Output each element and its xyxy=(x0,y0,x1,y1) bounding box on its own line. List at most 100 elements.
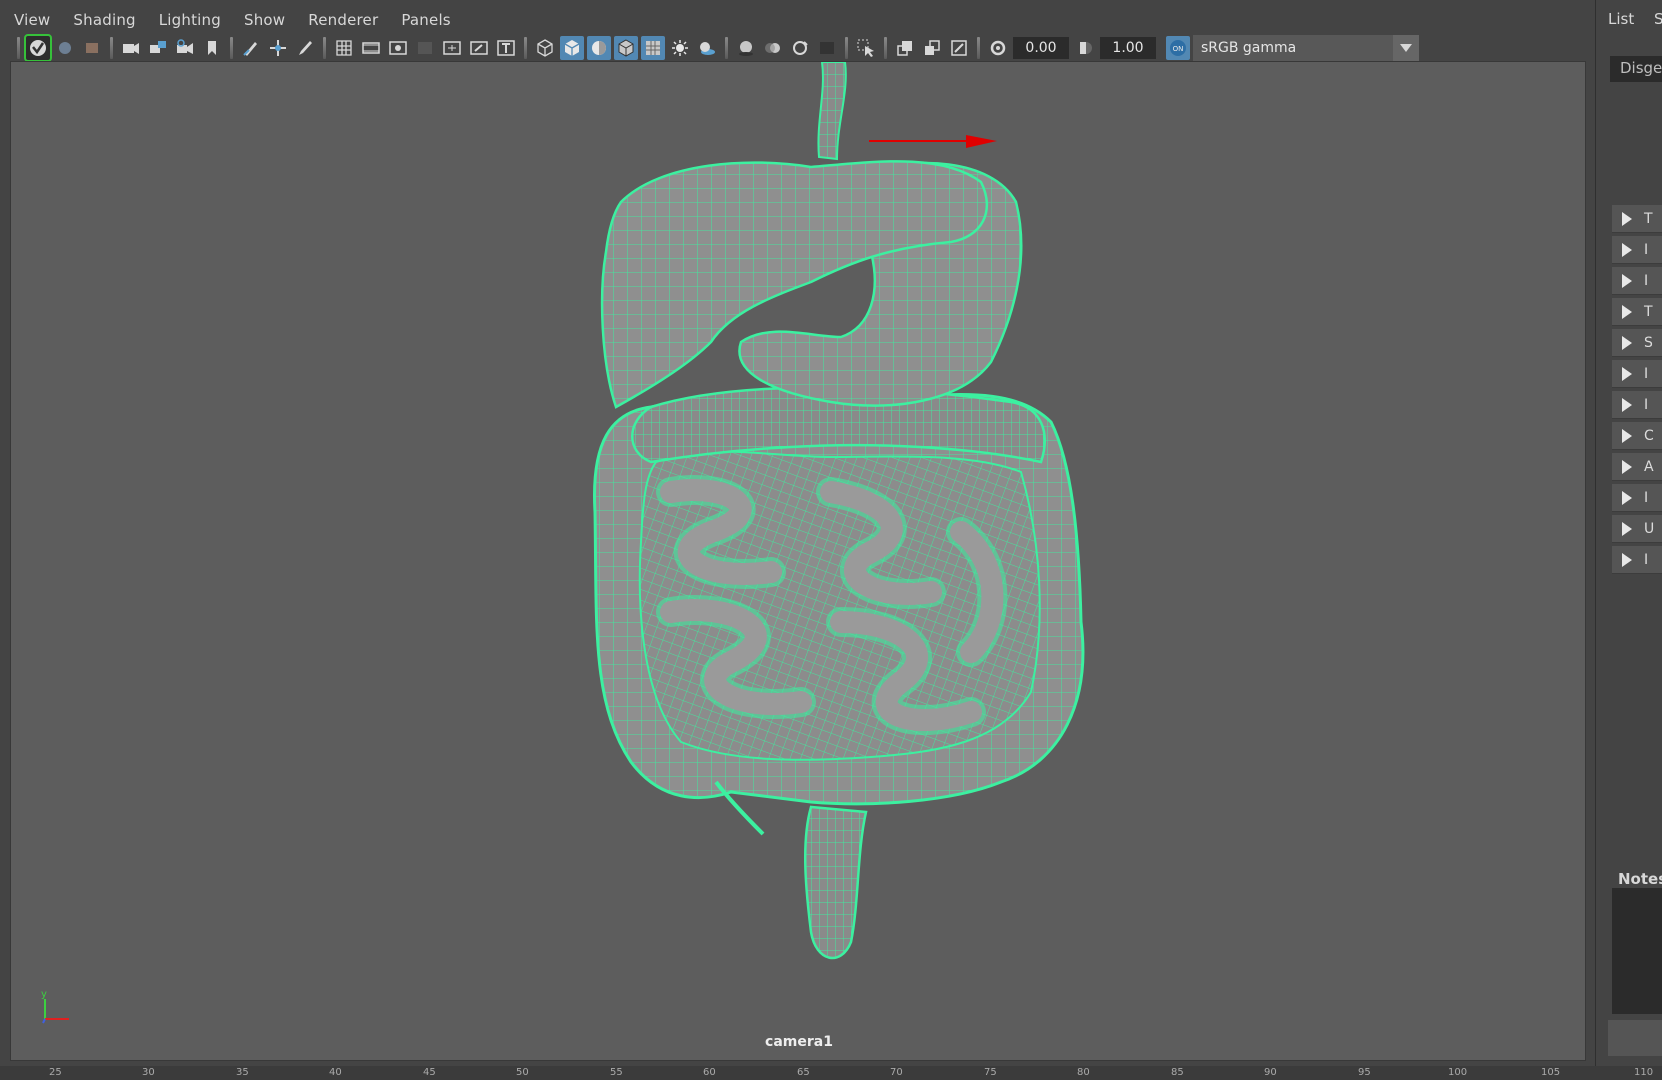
motion-blur-icon[interactable] xyxy=(761,36,785,60)
paint-icon[interactable] xyxy=(293,36,317,60)
select-camera-icon[interactable] xyxy=(24,34,52,62)
panel-menubar: View Shading Lighting Show Renderer Pane… xyxy=(0,6,1590,34)
menu-show[interactable]: Show xyxy=(244,11,285,29)
section-row[interactable]: I xyxy=(1612,484,1662,512)
attribute-editor-panel: List S Disge T I I T S I I C A I U I Not… xyxy=(1596,0,1662,1066)
timeline-tick: 75 xyxy=(984,1067,997,1078)
section-row[interactable]: I xyxy=(1612,360,1662,388)
timeline-tick: 105 xyxy=(1541,1067,1561,1078)
section-row[interactable]: I xyxy=(1612,546,1662,574)
wireframe-icon[interactable] xyxy=(533,36,557,60)
menu-panels[interactable]: Panels xyxy=(401,11,450,29)
expand-arrow-icon xyxy=(1622,428,1632,443)
depth-of-field-icon[interactable] xyxy=(815,36,839,60)
tab-list[interactable]: List xyxy=(1608,10,1634,28)
toolbar-separator xyxy=(725,37,728,59)
svg-text:ON: ON xyxy=(1173,45,1184,53)
timeline-tick: 100 xyxy=(1448,1067,1468,1078)
section-row[interactable]: T xyxy=(1612,298,1662,326)
menu-view[interactable]: View xyxy=(14,11,50,29)
timeline-tick: 45 xyxy=(423,1067,436,1078)
section-row[interactable]: U xyxy=(1612,515,1662,543)
camera-name-label: camera1 xyxy=(765,1034,833,1050)
expand-arrow-icon xyxy=(1622,304,1632,319)
xray-joints-icon[interactable] xyxy=(893,36,917,60)
xray-icon[interactable] xyxy=(641,36,665,60)
default-material-icon[interactable] xyxy=(587,36,611,60)
rectum-mesh[interactable] xyxy=(803,805,868,960)
section-row[interactable]: A xyxy=(1612,453,1662,481)
camera-dim-icon[interactable] xyxy=(53,36,77,60)
toolbar-separator xyxy=(323,37,326,59)
hud-icon[interactable] xyxy=(947,36,971,60)
gamma-field[interactable]: 1.00 xyxy=(1100,37,1156,59)
manipulator-arrow-head[interactable] xyxy=(966,135,997,148)
expand-arrow-icon xyxy=(1622,366,1632,381)
exposure-field[interactable]: 0.00 xyxy=(1013,37,1069,59)
section-row[interactable]: I xyxy=(1612,391,1662,419)
shadows-icon[interactable] xyxy=(695,36,719,60)
expand-arrow-icon xyxy=(1622,273,1632,288)
bookmark-icon[interactable] xyxy=(200,36,224,60)
section-row[interactable]: I xyxy=(1612,236,1662,264)
safe-action-icon[interactable] xyxy=(467,36,491,60)
safe-title-icon[interactable] xyxy=(494,36,518,60)
timeline-tick: 50 xyxy=(516,1067,529,1078)
panel-toolbar: 0.00 1.00 ON sRGB gamma xyxy=(14,33,1424,63)
toolbar-separator xyxy=(845,37,848,59)
notes-textarea[interactable] xyxy=(1612,888,1662,1014)
timeline-tick: 65 xyxy=(797,1067,810,1078)
timeline-tick: 25 xyxy=(49,1067,62,1078)
tab-s[interactable]: S xyxy=(1654,10,1662,28)
section-row[interactable]: C xyxy=(1612,422,1662,450)
grease-pencil-icon[interactable] xyxy=(239,36,263,60)
section-row[interactable]: I xyxy=(1612,267,1662,295)
esophagus-mesh[interactable] xyxy=(817,62,847,161)
toolbar-separator xyxy=(230,37,233,59)
menu-renderer[interactable]: Renderer xyxy=(308,11,378,29)
xray-active-icon[interactable] xyxy=(920,36,944,60)
isolate-select-icon[interactable] xyxy=(854,36,878,60)
screen-space-ao-icon[interactable] xyxy=(734,36,758,60)
section-row[interactable]: T xyxy=(1612,205,1662,233)
expand-arrow-icon xyxy=(1622,521,1632,536)
notes-label: Notes: xyxy=(1618,870,1662,888)
expand-arrow-icon xyxy=(1622,552,1632,567)
camera-dim2-icon[interactable] xyxy=(80,36,104,60)
node-name-field[interactable]: Disge xyxy=(1610,56,1662,82)
smooth-shade-icon[interactable] xyxy=(560,36,584,60)
timeline-tick: 90 xyxy=(1264,1067,1277,1078)
chevron-down-icon[interactable] xyxy=(1393,35,1419,61)
wireframe-on-shaded-icon[interactable] xyxy=(614,36,638,60)
section-row[interactable]: S xyxy=(1612,329,1662,357)
multisample-aa-icon[interactable] xyxy=(788,36,812,60)
grid-icon[interactable] xyxy=(332,36,356,60)
exposure-icon[interactable] xyxy=(986,36,1010,60)
camera-attributes-icon[interactable] xyxy=(119,36,143,60)
timeline-ruler[interactable]: 25 30 35 40 45 50 55 60 65 70 75 80 85 9… xyxy=(0,1066,1662,1080)
bottom-button[interactable] xyxy=(1608,1020,1662,1056)
resolution-gate-icon[interactable] xyxy=(386,36,410,60)
menu-shading[interactable]: Shading xyxy=(73,11,135,29)
gate-mask-icon[interactable] xyxy=(413,36,437,60)
field-chart-icon[interactable] xyxy=(440,36,464,60)
timeline-tick: 95 xyxy=(1358,1067,1371,1078)
move-tool-icon[interactable] xyxy=(266,36,290,60)
timeline-tick: 110 xyxy=(1634,1067,1654,1078)
expand-arrow-icon xyxy=(1622,397,1632,412)
timeline-tick: 85 xyxy=(1171,1067,1184,1078)
gamma-icon[interactable] xyxy=(1073,36,1097,60)
image-plane-icon[interactable] xyxy=(146,36,170,60)
film-gate-icon[interactable] xyxy=(359,36,383,60)
timeline-tick: 80 xyxy=(1077,1067,1090,1078)
digestive-system-model[interactable] xyxy=(11,62,1586,1061)
color-management-icon[interactable]: ON xyxy=(1166,36,1190,60)
maya-window: View Shading Lighting Show Renderer Pane… xyxy=(0,0,1662,1080)
view-transform-select[interactable]: sRGB gamma xyxy=(1193,35,1419,61)
expand-arrow-icon xyxy=(1622,459,1632,474)
2d-pan-zoom-icon[interactable] xyxy=(173,36,197,60)
menu-lighting[interactable]: Lighting xyxy=(159,11,221,29)
use-all-lights-icon[interactable] xyxy=(668,36,692,60)
timeline-tick: 70 xyxy=(890,1067,903,1078)
3d-viewport[interactable]: y camera1 xyxy=(10,61,1586,1061)
